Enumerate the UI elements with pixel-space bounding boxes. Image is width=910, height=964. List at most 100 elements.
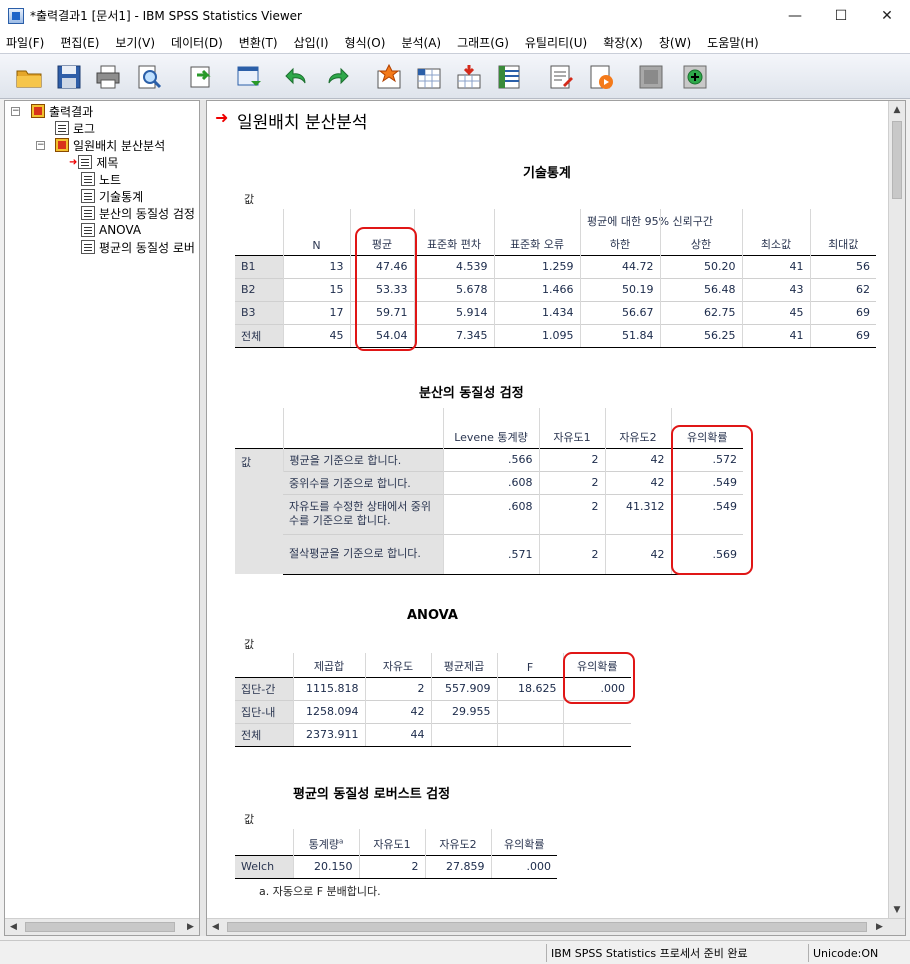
menu-file[interactable]: 파일(F): [0, 34, 52, 51]
outline-pane[interactable]: − 출력결과 로그 − 일원배치 분산분석 ➜ 제목 노트 기술통계 분산의 동…: [4, 100, 200, 936]
collapse-analysis-toggle[interactable]: −: [36, 141, 45, 150]
descriptives-var-label: 값: [244, 193, 255, 206]
output-hscrollbar[interactable]: ◀ ▶: [207, 918, 905, 935]
spss-app-icon: [8, 7, 24, 24]
goto-case-icon[interactable]: [414, 62, 444, 92]
tree-item-robust[interactable]: 평균의 동질성 로버: [81, 239, 195, 255]
scroll-up-icon[interactable]: ▲: [889, 101, 905, 118]
window-title: *출력결과1 [문서1] - IBM SPSS Statistics Viewe…: [30, 9, 302, 23]
log-icon: [55, 121, 69, 135]
anova-var-label: 값: [244, 638, 255, 651]
output-hscroll-thumb[interactable]: [227, 922, 867, 932]
title-icon: [78, 155, 93, 169]
menu-window[interactable]: 창(W): [651, 34, 699, 51]
add-icon[interactable]: [680, 62, 710, 92]
recall-dialog-icon[interactable]: [234, 62, 264, 92]
print-preview-icon[interactable]: [134, 62, 164, 92]
goto-variable-icon[interactable]: [454, 62, 484, 92]
mean-column-highlight: [355, 227, 417, 351]
menu-utilities[interactable]: 유틸리티(U): [517, 34, 595, 51]
tree-item-levene[interactable]: 분산의 동질성 검정: [81, 205, 195, 221]
menu-graphs[interactable]: 그래프(G): [449, 34, 517, 51]
table-icon: [81, 223, 95, 237]
descriptives-table: N 평균 표준화 편차 표준화 오류 하한 상한 최소값 최대값 B1 13 4…: [235, 209, 876, 348]
scroll-left-icon[interactable]: ◀: [5, 919, 22, 935]
robust-table: 통계량a 자유도1 자유도2 유의확률 Welch 20.150 2 27.85…: [235, 829, 557, 879]
menu-extensions[interactable]: 확장(X): [595, 34, 651, 51]
tree-item-descriptives[interactable]: 기술통계: [81, 188, 143, 204]
current-output-arrow-icon: ➜: [215, 108, 229, 127]
menu-data[interactable]: 데이터(D): [163, 34, 231, 51]
table-row: 자유도를 수정한 상태에서 중위수를 기준으로 합니다. .608 2 41.3…: [235, 493, 743, 534]
menu-analyze[interactable]: 분석(A): [393, 34, 449, 51]
minimize-button[interactable]: —: [772, 0, 818, 31]
descriptives-title: 기술통계: [523, 166, 571, 181]
undo-icon[interactable]: [282, 62, 312, 92]
outline-hscroll-thumb[interactable]: [25, 922, 175, 932]
robust-var-label: 값: [244, 813, 255, 826]
menu-bar: 파일(F) 편집(E) 보기(V) 데이터(D) 변환(T) 삽입(I) 형식(…: [0, 31, 910, 53]
menu-edit[interactable]: 편집(E): [52, 34, 107, 51]
table-row: B1 13 47.46 4.539 1.259 44.72 50.20 41 5…: [235, 254, 876, 278]
close-button[interactable]: ✕: [864, 0, 910, 31]
table-row: 전체 2373.911 44: [235, 722, 631, 747]
unicode-status: Unicode:ON: [808, 944, 908, 962]
print-icon[interactable]: [93, 62, 123, 92]
processor-status: IBM SPSS Statistics 프로세서 준비 완료: [546, 944, 776, 962]
scroll-right-icon[interactable]: ▶: [871, 919, 888, 935]
table-row: 값 평균을 기준으로 합니다. .566 2 42 .572: [235, 447, 743, 574]
robust-title: 평균의 동질성 로버스트 검정: [293, 787, 451, 802]
tree-item-output[interactable]: 출력결과: [31, 103, 93, 119]
open-icon[interactable]: [14, 62, 44, 92]
table-row: 절삭평균을 기준으로 합니다. .571 2 42 .569: [235, 533, 743, 575]
menu-transform[interactable]: 변환(T): [231, 34, 286, 51]
show-output-icon[interactable]: [586, 62, 616, 92]
designate-window-icon[interactable]: [636, 62, 666, 92]
menu-insert[interactable]: 삽입(I): [286, 34, 337, 51]
current-item-arrow-icon: ➜: [69, 156, 78, 168]
analysis-book-icon: [55, 138, 69, 152]
table-icon: [81, 206, 95, 220]
toolbar: [0, 53, 910, 99]
table-icon: [81, 240, 95, 254]
variables-icon[interactable]: [494, 62, 524, 92]
tree-item-oneway-anova[interactable]: 일원배치 분산분석: [55, 137, 165, 153]
tree-item-anova[interactable]: ANOVA: [81, 222, 141, 238]
redo-icon[interactable]: [322, 62, 352, 92]
collapse-root-toggle[interactable]: −: [11, 107, 20, 116]
maximize-button[interactable]: ☐: [818, 0, 864, 31]
table-row: B2 15 53.33 5.678 1.466 50.19 56.48 43 6…: [235, 277, 876, 301]
table-row: 전체 45 54.04 7.345 1.095 51.84 56.25 41 6…: [235, 323, 876, 348]
output-main-title: 일원배치 분산분석: [237, 113, 368, 133]
save-icon[interactable]: [54, 62, 84, 92]
output-vscrollbar[interactable]: ▲ ▼: [888, 101, 905, 918]
scroll-left-icon[interactable]: ◀: [207, 919, 224, 935]
table-icon: [81, 189, 95, 203]
title-bar: *출력결과1 [문서1] - IBM SPSS Statistics Viewe…: [0, 0, 910, 31]
levene-sig-highlight: [671, 425, 753, 575]
outline-hscrollbar[interactable]: ◀ ▶: [5, 918, 199, 935]
anova-title: ANOVA: [407, 608, 458, 623]
output-pane[interactable]: ➜ 일원배치 분산분석 기술통계 값 평균에 대한 95% 신뢰구간 N 평균 …: [206, 100, 906, 936]
menu-format[interactable]: 형식(O): [337, 34, 394, 51]
status-bar: IBM SPSS Statistics 프로세서 준비 완료 Unicode:O…: [0, 940, 910, 964]
output-vscroll-thumb[interactable]: [892, 121, 902, 199]
menu-help[interactable]: 도움말(H): [699, 34, 767, 51]
goto-data-icon[interactable]: [374, 62, 404, 92]
table-row: 중위수를 기준으로 합니다. .608 2 42 .549: [235, 470, 743, 494]
scroll-down-icon[interactable]: ▼: [889, 901, 905, 918]
tree-item-notes[interactable]: 노트: [81, 171, 121, 187]
scroll-right-icon[interactable]: ▶: [182, 919, 199, 935]
export-icon[interactable]: [186, 62, 216, 92]
output-book-icon: [31, 104, 45, 118]
table-row: Welch 20.150 2 27.859 .000: [235, 854, 557, 879]
insert-output-icon[interactable]: [546, 62, 576, 92]
tree-item-log[interactable]: 로그: [55, 120, 95, 136]
notes-icon: [81, 172, 95, 186]
table-row: B3 17 59.71 5.914 1.434 56.67 62.75 45 6…: [235, 300, 876, 324]
tree-item-title[interactable]: ➜ 제목: [69, 154, 118, 170]
menu-view[interactable]: 보기(V): [107, 34, 163, 51]
levene-table: Levene 통계량 자유도1 자유도2 유의확률 값 평균을 기준으로 합니다…: [235, 408, 743, 575]
robust-footnote: a. 자동으로 F 분배합니다.: [259, 885, 381, 898]
levene-title: 분산의 동질성 검정: [419, 386, 524, 401]
